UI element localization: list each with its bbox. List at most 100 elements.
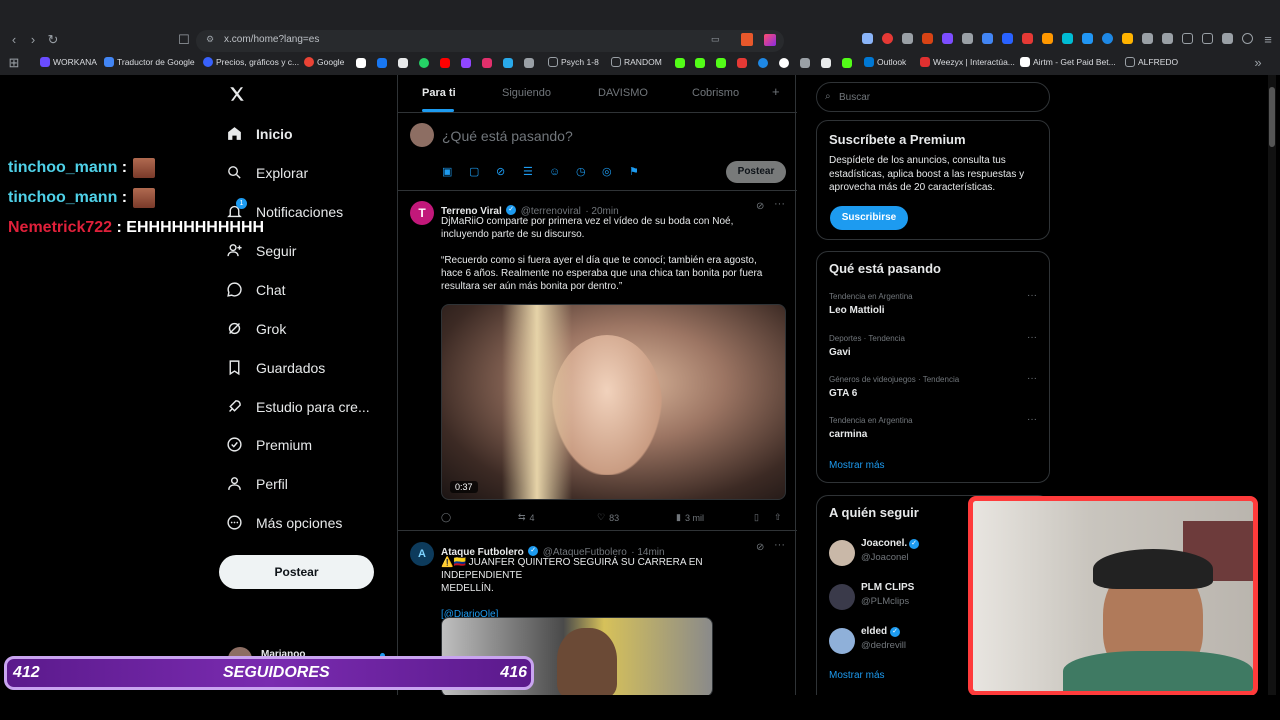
bookmark-icon[interactable]: [737, 58, 747, 68]
tab-davismo[interactable]: DAVISMO: [598, 87, 648, 99]
nav-item-chat[interactable]: Chat: [226, 281, 286, 298]
bookmark-icon[interactable]: [821, 58, 831, 68]
nav-item-home[interactable]: Inicio: [226, 125, 293, 142]
tiktok-icon[interactable]: [356, 58, 366, 68]
playlist-icon[interactable]: [1162, 33, 1173, 44]
rewards-icon[interactable]: [764, 34, 776, 46]
more-options-icon[interactable]: ···: [774, 198, 785, 210]
views-button[interactable]: ▮ 3 mil: [676, 512, 704, 523]
vpn-icon[interactable]: [1242, 33, 1253, 44]
address-bar[interactable]: ⚙ x.com/home?lang=es ▭: [196, 30, 784, 52]
bookmark-folder[interactable]: Psych 1-8: [548, 57, 599, 67]
bookmark-item[interactable]: Precios, gráficos y c...: [203, 57, 299, 67]
x-logo-icon[interactable]: [228, 85, 246, 103]
nav-item-more-options[interactable]: Más opciones: [226, 514, 342, 531]
flag-icon[interactable]: ⚑: [629, 166, 641, 178]
extension-icon[interactable]: [1122, 33, 1133, 44]
avatar[interactable]: [829, 540, 855, 566]
sidebar-toggle-icon[interactable]: [1182, 33, 1193, 44]
extension-icon[interactable]: [862, 33, 873, 44]
share-button[interactable]: ⇧: [774, 512, 782, 523]
wallet-icon[interactable]: [1202, 33, 1213, 44]
forward-icon[interactable]: ›: [25, 32, 41, 48]
brave-shield-icon[interactable]: [741, 33, 753, 46]
add-tab-icon[interactable]: +: [772, 84, 780, 99]
schedule-icon[interactable]: ◷: [576, 166, 588, 178]
avatar[interactable]: T: [410, 201, 434, 225]
twitch-icon[interactable]: [461, 58, 471, 68]
leo-ai-icon[interactable]: [1222, 33, 1233, 44]
bookmark-icon[interactable]: [524, 58, 534, 68]
more-options-icon[interactable]: ···: [1027, 332, 1037, 343]
scrollbar-thumb[interactable]: [1269, 87, 1275, 147]
trend-item[interactable]: Tendencia en Argentina carmina ···: [817, 414, 1051, 454]
back-icon[interactable]: ‹: [6, 32, 22, 48]
extension-icon[interactable]: [982, 33, 993, 44]
nav-item-premium[interactable]: Premium: [226, 436, 312, 453]
extension-icon[interactable]: [882, 33, 893, 44]
tweet-video[interactable]: 0:37: [441, 304, 786, 500]
retweet-button[interactable]: ⇆ 4: [518, 512, 535, 523]
bookmark-item[interactable]: Airtm - Get Paid Bet...: [1020, 57, 1116, 67]
whatsapp-icon[interactable]: [419, 58, 429, 68]
search-input[interactable]: ⌕ Buscar: [816, 82, 1050, 112]
gif-icon[interactable]: ▢: [469, 166, 481, 178]
tab-for-you[interactable]: Para ti: [422, 87, 456, 99]
post-button[interactable]: Postear: [219, 555, 374, 589]
more-bookmarks-icon[interactable]: »: [1250, 55, 1266, 71]
tab-cobrismo[interactable]: Cobrismo: [692, 87, 739, 99]
extension-icon[interactable]: [1022, 33, 1033, 44]
nav-item-grok[interactable]: Grok: [226, 320, 286, 337]
bookmark-icon[interactable]: [758, 58, 768, 68]
cast-icon[interactable]: ▭: [711, 34, 720, 45]
avatar[interactable]: A: [410, 542, 434, 566]
x-logo-icon[interactable]: [398, 58, 408, 68]
nav-item-notifications[interactable]: 1 Notificaciones: [226, 198, 343, 220]
extension-icon[interactable]: [922, 33, 933, 44]
compose-post-button[interactable]: Postear: [726, 161, 786, 183]
grok-icon[interactable]: ⊘: [756, 542, 764, 553]
bookmark-item[interactable]: WORKANA: [40, 57, 97, 67]
bookmark-icon[interactable]: [800, 58, 810, 68]
nav-item-bookmarks[interactable]: Guardados: [226, 359, 325, 376]
reply-button[interactable]: ◯: [441, 512, 451, 523]
kick-icon[interactable]: [842, 58, 852, 68]
bookmark-button[interactable]: ▯: [754, 512, 759, 523]
bookmark-item[interactable]: Traductor de Google: [104, 57, 195, 67]
avatar[interactable]: [829, 584, 855, 610]
extensions-puzzle-icon[interactable]: [1142, 33, 1153, 44]
kick-icon[interactable]: [675, 58, 685, 68]
like-button[interactable]: ♡ 83: [597, 512, 619, 523]
trend-item[interactable]: Géneros de videojuegos · Tendencia GTA 6…: [817, 373, 1051, 413]
apps-grid-icon[interactable]: ⊞: [6, 55, 22, 71]
site-settings-icon[interactable]: ⚙: [206, 34, 214, 45]
tweet[interactable]: T Terreno Viral ✓ @terrenoviral · 20min …: [398, 191, 797, 531]
kick-icon[interactable]: [695, 58, 705, 68]
bookmark-item[interactable]: Outlook: [864, 57, 906, 67]
more-options-icon[interactable]: ···: [1027, 373, 1037, 384]
grok-icon[interactable]: ⊘: [756, 201, 764, 212]
bookmark-item[interactable]: Weezyx | Interactúa...: [920, 57, 1015, 67]
kick-icon[interactable]: [716, 58, 726, 68]
trend-item[interactable]: Tendencia en Argentina Leo Mattioli ···: [817, 290, 1051, 330]
extension-icon[interactable]: [1042, 33, 1053, 44]
nav-item-follow[interactable]: Seguir: [226, 242, 296, 259]
page-scrollbar[interactable]: [1268, 75, 1276, 695]
grok-icon[interactable]: ⊘: [496, 166, 508, 178]
reload-icon[interactable]: ↻: [45, 32, 61, 48]
extension-icon[interactable]: [942, 33, 953, 44]
image-icon[interactable]: ▣: [442, 166, 454, 178]
show-more-follow-link[interactable]: Mostrar más: [829, 670, 885, 681]
instagram-icon[interactable]: [482, 58, 492, 68]
extension-icon[interactable]: [1002, 33, 1013, 44]
telegram-icon[interactable]: [503, 58, 513, 68]
bookmark-icon[interactable]: [779, 58, 789, 68]
avatar[interactable]: [829, 628, 855, 654]
bookmark-folder[interactable]: RANDOM: [611, 57, 662, 67]
more-options-icon[interactable]: ···: [1027, 414, 1037, 425]
more-options-icon[interactable]: ···: [1027, 290, 1037, 301]
extension-icon[interactable]: [962, 33, 973, 44]
extension-icon[interactable]: [1102, 33, 1113, 44]
bookmark-page-icon[interactable]: ☐: [176, 32, 192, 48]
extension-icon[interactable]: [1082, 33, 1093, 44]
